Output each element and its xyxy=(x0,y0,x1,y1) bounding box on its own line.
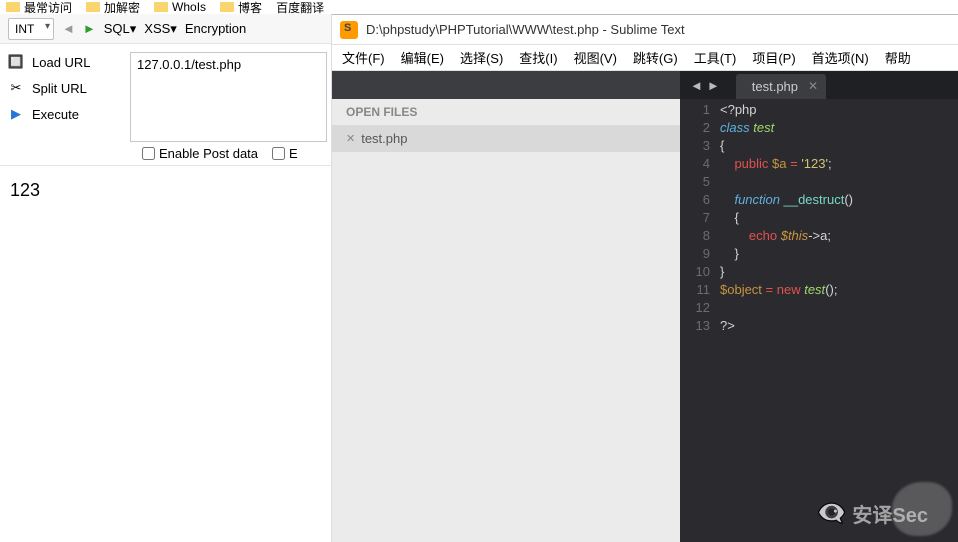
load-url-action[interactable]: 🔲 Load URL xyxy=(0,52,130,72)
close-icon[interactable]: ✕ xyxy=(346,132,355,145)
tab-testphp[interactable]: test.php ✕ xyxy=(736,74,826,99)
code-lines: <?php class test { public $a = '123'; fu… xyxy=(720,101,958,542)
bookmark-item[interactable]: 博客 xyxy=(220,0,262,14)
folder-icon xyxy=(6,2,20,12)
menu-find[interactable]: 查找(I) xyxy=(515,46,561,69)
encoding-select[interactable]: INT xyxy=(8,18,54,40)
menu-prefs[interactable]: 首选项(N) xyxy=(808,46,873,69)
bookmark-item[interactable]: 加解密 xyxy=(86,0,140,14)
arrow-left-icon[interactable]: ◄ xyxy=(62,21,75,36)
tab-row: ◄ ► test.php ✕ xyxy=(680,71,958,99)
folder-icon xyxy=(154,2,168,12)
close-icon[interactable]: ✕ xyxy=(808,79,818,93)
folder-icon xyxy=(220,2,234,12)
url-input[interactable] xyxy=(130,52,327,142)
load-icon: 🔲 xyxy=(8,54,24,70)
execute-action[interactable]: ▶ Execute xyxy=(0,104,130,124)
bookmark-item[interactable]: 最常访问 xyxy=(6,0,72,14)
menu-file[interactable]: 文件(F) xyxy=(338,46,389,69)
wechat-icon: 👁‍🗨 xyxy=(817,499,847,528)
split-icon: ✂ xyxy=(8,80,24,96)
toolbar-sql[interactable]: SQL▾ xyxy=(104,21,137,37)
sublime-icon xyxy=(340,21,358,39)
toolbar-xss[interactable]: XSS▾ xyxy=(144,21,177,37)
encoding-select-wrap[interactable]: INT xyxy=(8,18,54,40)
nav-back-icon[interactable]: ◄ xyxy=(690,78,703,93)
window-title: D:\phpstudy\PHPTutorial\WWW\test.php - S… xyxy=(366,22,685,37)
execute-icon: ▶ xyxy=(8,106,24,122)
enable-post-checkbox[interactable]: Enable Post data xyxy=(142,146,258,161)
code-editor[interactable]: 12345678910111213 <?php class test { pub… xyxy=(680,99,958,542)
menu-select[interactable]: 选择(S) xyxy=(456,46,507,69)
bookmark-item[interactable]: 百度翻译 xyxy=(276,0,324,14)
hackbar-panel: INT ◄ ► SQL▾ XSS▾ Encryption 🔲 Load URL … xyxy=(0,14,332,542)
toolbar-encryption[interactable]: Encryption xyxy=(185,21,246,36)
folder-icon xyxy=(86,2,100,12)
menu-view[interactable]: 视图(V) xyxy=(570,46,621,69)
open-files-header: OPEN FILES xyxy=(332,99,680,125)
line-gutter: 12345678910111213 xyxy=(680,101,720,542)
menubar: 文件(F) 编辑(E) 选择(S) 查找(I) 视图(V) 跳转(G) 工具(T… xyxy=(332,45,958,71)
bookmark-item[interactable]: WhoIs xyxy=(154,0,206,14)
menu-project[interactable]: 项目(P) xyxy=(748,46,799,69)
menu-edit[interactable]: 编辑(E) xyxy=(397,46,448,69)
menu-tools[interactable]: 工具(T) xyxy=(690,46,741,69)
watermark: 👁‍🗨 安译Sec xyxy=(817,499,928,528)
menu-goto[interactable]: 跳转(G) xyxy=(629,46,682,69)
sublime-window: D:\phpstudy\PHPTutorial\WWW\test.php - S… xyxy=(332,14,958,542)
open-file-item[interactable]: ✕ test.php xyxy=(332,125,680,152)
arrow-right-icon[interactable]: ► xyxy=(83,21,96,36)
bookmarks-bar: 最常访问 加解密 WhoIs 博客 百度翻译 xyxy=(0,0,958,14)
split-url-action[interactable]: ✂ Split URL xyxy=(0,78,130,98)
hackbar-toolbar: INT ◄ ► SQL▾ XSS▾ Encryption xyxy=(0,14,331,44)
titlebar: D:\phpstudy\PHPTutorial\WWW\test.php - S… xyxy=(332,15,958,45)
nav-forward-icon[interactable]: ► xyxy=(707,78,720,93)
e-checkbox[interactable]: E xyxy=(272,146,298,161)
sidebar: OPEN FILES ✕ test.php xyxy=(332,71,680,542)
page-output: 123 xyxy=(0,166,331,215)
menu-help[interactable]: 帮助 xyxy=(881,46,915,69)
